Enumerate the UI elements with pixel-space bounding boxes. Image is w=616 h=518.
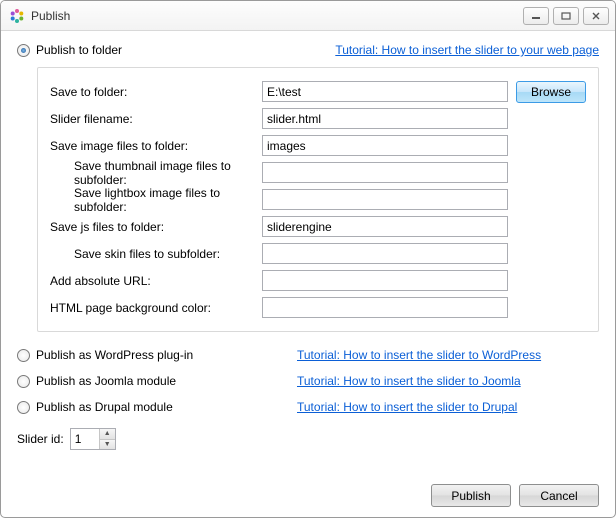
tutorial-link-joomla[interactable]: Tutorial: How to insert the slider to Jo… xyxy=(297,374,521,388)
save-to-folder-input[interactable] xyxy=(262,81,508,102)
bg-color-input[interactable] xyxy=(262,297,508,318)
maximize-button[interactable] xyxy=(553,7,579,25)
publish-dialog: Publish Publish to folder Tutorial: How … xyxy=(0,0,616,518)
tutorial-link-drupal[interactable]: Tutorial: How to insert the slider to Dr… xyxy=(297,400,517,414)
radio-publish-drupal-label: Publish as Drupal module xyxy=(36,400,173,414)
minimize-button[interactable] xyxy=(523,7,549,25)
thumb-subfolder-input[interactable] xyxy=(262,162,508,183)
app-icon xyxy=(9,8,25,24)
save-to-folder-label: Save to folder: xyxy=(50,85,262,99)
titlebar: Publish xyxy=(1,1,615,31)
browse-button[interactable]: Browse xyxy=(516,81,586,103)
radio-publish-joomla-label: Publish as Joomla module xyxy=(36,374,176,388)
spinner-up-icon[interactable]: ▲ xyxy=(100,429,115,440)
cancel-button[interactable]: Cancel xyxy=(519,484,599,507)
dialog-content: Publish to folder Tutorial: How to inser… xyxy=(1,31,615,517)
publish-joomla-row: Publish as Joomla module Tutorial: How t… xyxy=(17,374,599,388)
slider-id-input[interactable] xyxy=(71,429,99,449)
slider-id-row: Slider id: ▲ ▼ xyxy=(17,428,599,450)
radio-publish-folder[interactable] xyxy=(17,44,30,57)
absolute-url-input[interactable] xyxy=(262,270,508,291)
radio-publish-drupal[interactable] xyxy=(17,401,30,414)
image-folder-label: Save image files to folder: xyxy=(50,139,262,153)
bg-color-label: HTML page background color: xyxy=(50,301,262,315)
tutorial-link-wordpress[interactable]: Tutorial: How to insert the slider to Wo… xyxy=(297,348,541,362)
absolute-url-label: Add absolute URL: xyxy=(50,274,262,288)
slider-id-label: Slider id: xyxy=(17,432,64,446)
slider-filename-input[interactable] xyxy=(262,108,508,129)
publish-button[interactable]: Publish xyxy=(431,484,511,507)
radio-publish-wordpress-label: Publish as WordPress plug-in xyxy=(36,348,193,362)
radio-publish-wordpress[interactable] xyxy=(17,349,30,362)
publish-to-folder-row: Publish to folder Tutorial: How to inser… xyxy=(17,43,599,57)
dialog-footer: Publish Cancel xyxy=(17,476,599,507)
js-folder-input[interactable] xyxy=(262,216,508,237)
lightbox-subfolder-input[interactable] xyxy=(262,189,508,210)
image-folder-input[interactable] xyxy=(262,135,508,156)
js-folder-label: Save js files to folder: xyxy=(50,220,262,234)
window-controls xyxy=(523,7,609,25)
folder-options-panel: Save to folder: Browse Slider filename: … xyxy=(37,67,599,332)
publish-wordpress-row: Publish as WordPress plug-in Tutorial: H… xyxy=(17,348,599,362)
window-title: Publish xyxy=(31,9,70,23)
lightbox-subfolder-label: Save lightbox image files to subfolder: xyxy=(50,186,262,214)
radio-publish-joomla[interactable] xyxy=(17,375,30,388)
slider-id-spinner[interactable]: ▲ ▼ xyxy=(70,428,116,450)
skin-subfolder-input[interactable] xyxy=(262,243,508,264)
tutorial-link-webpage[interactable]: Tutorial: How to insert the slider to yo… xyxy=(335,43,599,57)
close-button[interactable] xyxy=(583,7,609,25)
radio-publish-folder-label: Publish to folder xyxy=(36,43,122,57)
thumb-subfolder-label: Save thumbnail image files to subfolder: xyxy=(50,159,262,187)
slider-filename-label: Slider filename: xyxy=(50,112,262,126)
skin-subfolder-label: Save skin files to subfolder: xyxy=(50,247,262,261)
spinner-down-icon[interactable]: ▼ xyxy=(100,440,115,450)
publish-drupal-row: Publish as Drupal module Tutorial: How t… xyxy=(17,400,599,414)
